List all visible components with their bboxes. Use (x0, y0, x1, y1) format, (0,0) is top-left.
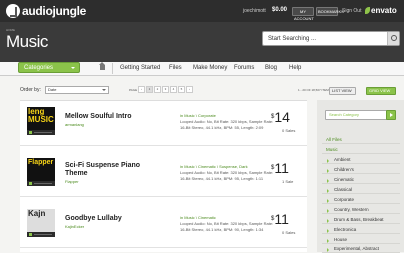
list-item[interactable]: Kajn Goodbye Lullaby KajinEcker in Music… (20, 203, 307, 248)
grid-view-button[interactable]: GRID VIEW (366, 87, 396, 95)
categories-button[interactable]: Categories (18, 62, 80, 73)
item-meta: in Music \ Cinematic Looped Audio: No, B… (180, 215, 278, 233)
play-icon[interactable] (27, 232, 55, 237)
nav-forums[interactable]: Forums (234, 65, 254, 71)
sidebar-item-electronica[interactable]: Electronica (322, 226, 400, 234)
page-5[interactable]: 5 (178, 86, 185, 93)
item-sales: 0 Sales (282, 230, 296, 235)
category-search-placeholder: Search Category (329, 112, 360, 117)
play-icon[interactable] (27, 130, 55, 135)
item-details: Looped Audio: No, Bit Rate: 320 kbps, Sa… (180, 221, 274, 232)
page-title: Music (6, 32, 48, 51)
item-meta: in Music \ Corporate Looped Audio: No, B… (180, 113, 278, 131)
item-title[interactable]: Sci-Fi Suspense Piano Theme (65, 162, 150, 178)
thumbnail-text: Kajn (28, 209, 46, 218)
list-item[interactable]: Flapper Sci-Fi Suspense Piano Theme Flap… (20, 152, 307, 197)
chevron-down-icon (71, 67, 75, 69)
page-4[interactable]: 4 (170, 86, 177, 93)
item-details: Looped Audio: No, Bit Rate: 320 kbps, Sa… (180, 119, 274, 130)
item-meta: in Music \ Cinematic \ Suspense, Dark Lo… (180, 164, 278, 182)
item-range: 1 - 20 OF 18,507 ITEMS (298, 88, 331, 92)
thumbnail-text: Flapper (28, 159, 54, 166)
my-account-button[interactable]: MY ACCOUNT (292, 7, 314, 21)
username[interactable]: joechimott (243, 8, 266, 14)
home-icon[interactable] (99, 62, 105, 70)
item-title[interactable]: Goodbye Lullaby (65, 215, 150, 223)
account-balance: $0.00 (272, 7, 288, 13)
page-next[interactable]: › (186, 86, 193, 93)
price-value: 14 (274, 109, 290, 125)
nav-files[interactable]: Files (169, 65, 182, 71)
item-thumbnail[interactable]: Kajn (27, 209, 55, 237)
thumbnail-text: leng MUSIC (28, 107, 54, 124)
envato-leaf-icon (365, 7, 370, 14)
sidebar-item-country-western[interactable]: Country, Western (322, 206, 400, 214)
search-input[interactable]: Start Searching ... (262, 31, 400, 46)
search-placeholder: Start Searching ... (268, 36, 317, 42)
item-author[interactable]: KajinEcker (65, 224, 84, 229)
nav-divider (112, 63, 113, 74)
order-by-select[interactable]: Date (45, 86, 109, 94)
page-label: PAGE (129, 88, 138, 92)
page-2[interactable]: 2 (154, 86, 161, 93)
envato-logo[interactable]: envato (365, 6, 397, 15)
item-sales: 1 Sale (282, 179, 294, 184)
categories-label: Categories (24, 65, 54, 71)
order-by-value: Date (48, 87, 57, 92)
search-icon[interactable] (387, 32, 399, 45)
sidebar-item-childrens[interactable]: Children's (322, 166, 400, 174)
sidebar-item-music[interactable]: Music (322, 146, 400, 154)
sidebar-item-house[interactable]: House (322, 236, 400, 244)
logo-text: audiojungle (22, 4, 87, 18)
page-1[interactable]: 1 (146, 86, 153, 93)
bookmarks-button[interactable]: BOOKMARKS (316, 7, 344, 16)
item-sales: 0 Sales (282, 128, 296, 133)
item-title[interactable]: Mellow Soulful Intro (65, 113, 150, 121)
sidebar-item-drum-bass[interactable]: Drum & Bass, Breakbeat (322, 216, 400, 224)
page-3[interactable]: 3 (162, 86, 169, 93)
item-price: $11 (271, 160, 289, 176)
order-by-label: Order by: (20, 87, 41, 93)
sidebar-item-ambient[interactable]: Ambient (322, 156, 400, 164)
nav-make-money[interactable]: Make Money (193, 65, 227, 71)
price-value: 11 (274, 160, 289, 176)
nav-help[interactable]: Help (289, 65, 301, 71)
item-price: $11 (271, 211, 289, 227)
nav-getting-started[interactable]: Getting Started (120, 65, 160, 71)
item-list: leng MUSIC Mellow Soulful Intro armanlan… (20, 100, 307, 252)
arrow-right-icon[interactable] (386, 110, 396, 120)
logo[interactable]: audiojungle (6, 3, 86, 19)
item-details: Looped Audio: No, Bit Rate: 320 kbps, Sa… (180, 170, 274, 181)
list-item[interactable]: leng MUSIC Mellow Soulful Intro armanlan… (20, 101, 307, 146)
item-author[interactable]: Flapper (65, 179, 79, 184)
item-thumbnail[interactable]: Flapper (27, 158, 55, 186)
item-author[interactable]: armanlang (65, 122, 84, 127)
sidebar-item-corporate[interactable]: Corporate (322, 196, 400, 204)
play-icon[interactable] (27, 181, 55, 186)
sidebar-item-all-files[interactable]: All Files (322, 136, 400, 144)
nav-blog[interactable]: Blog (265, 65, 277, 71)
sign-out-link[interactable]: Sign Out (342, 8, 361, 14)
list-view-button[interactable]: LIST VIEW (329, 87, 356, 95)
item-price: $14 (271, 109, 290, 125)
page-prev[interactable]: ‹ (138, 86, 145, 93)
envato-text: envato (371, 6, 397, 15)
price-value: 11 (274, 211, 289, 227)
item-thumbnail[interactable]: leng MUSIC (27, 107, 55, 135)
category-search-input[interactable]: Search Category (325, 110, 387, 120)
sidebar-item-cinematic[interactable]: Cinematic (322, 176, 400, 184)
logo-icon (6, 4, 20, 18)
sidebar-item-classical[interactable]: Classical (322, 186, 400, 194)
